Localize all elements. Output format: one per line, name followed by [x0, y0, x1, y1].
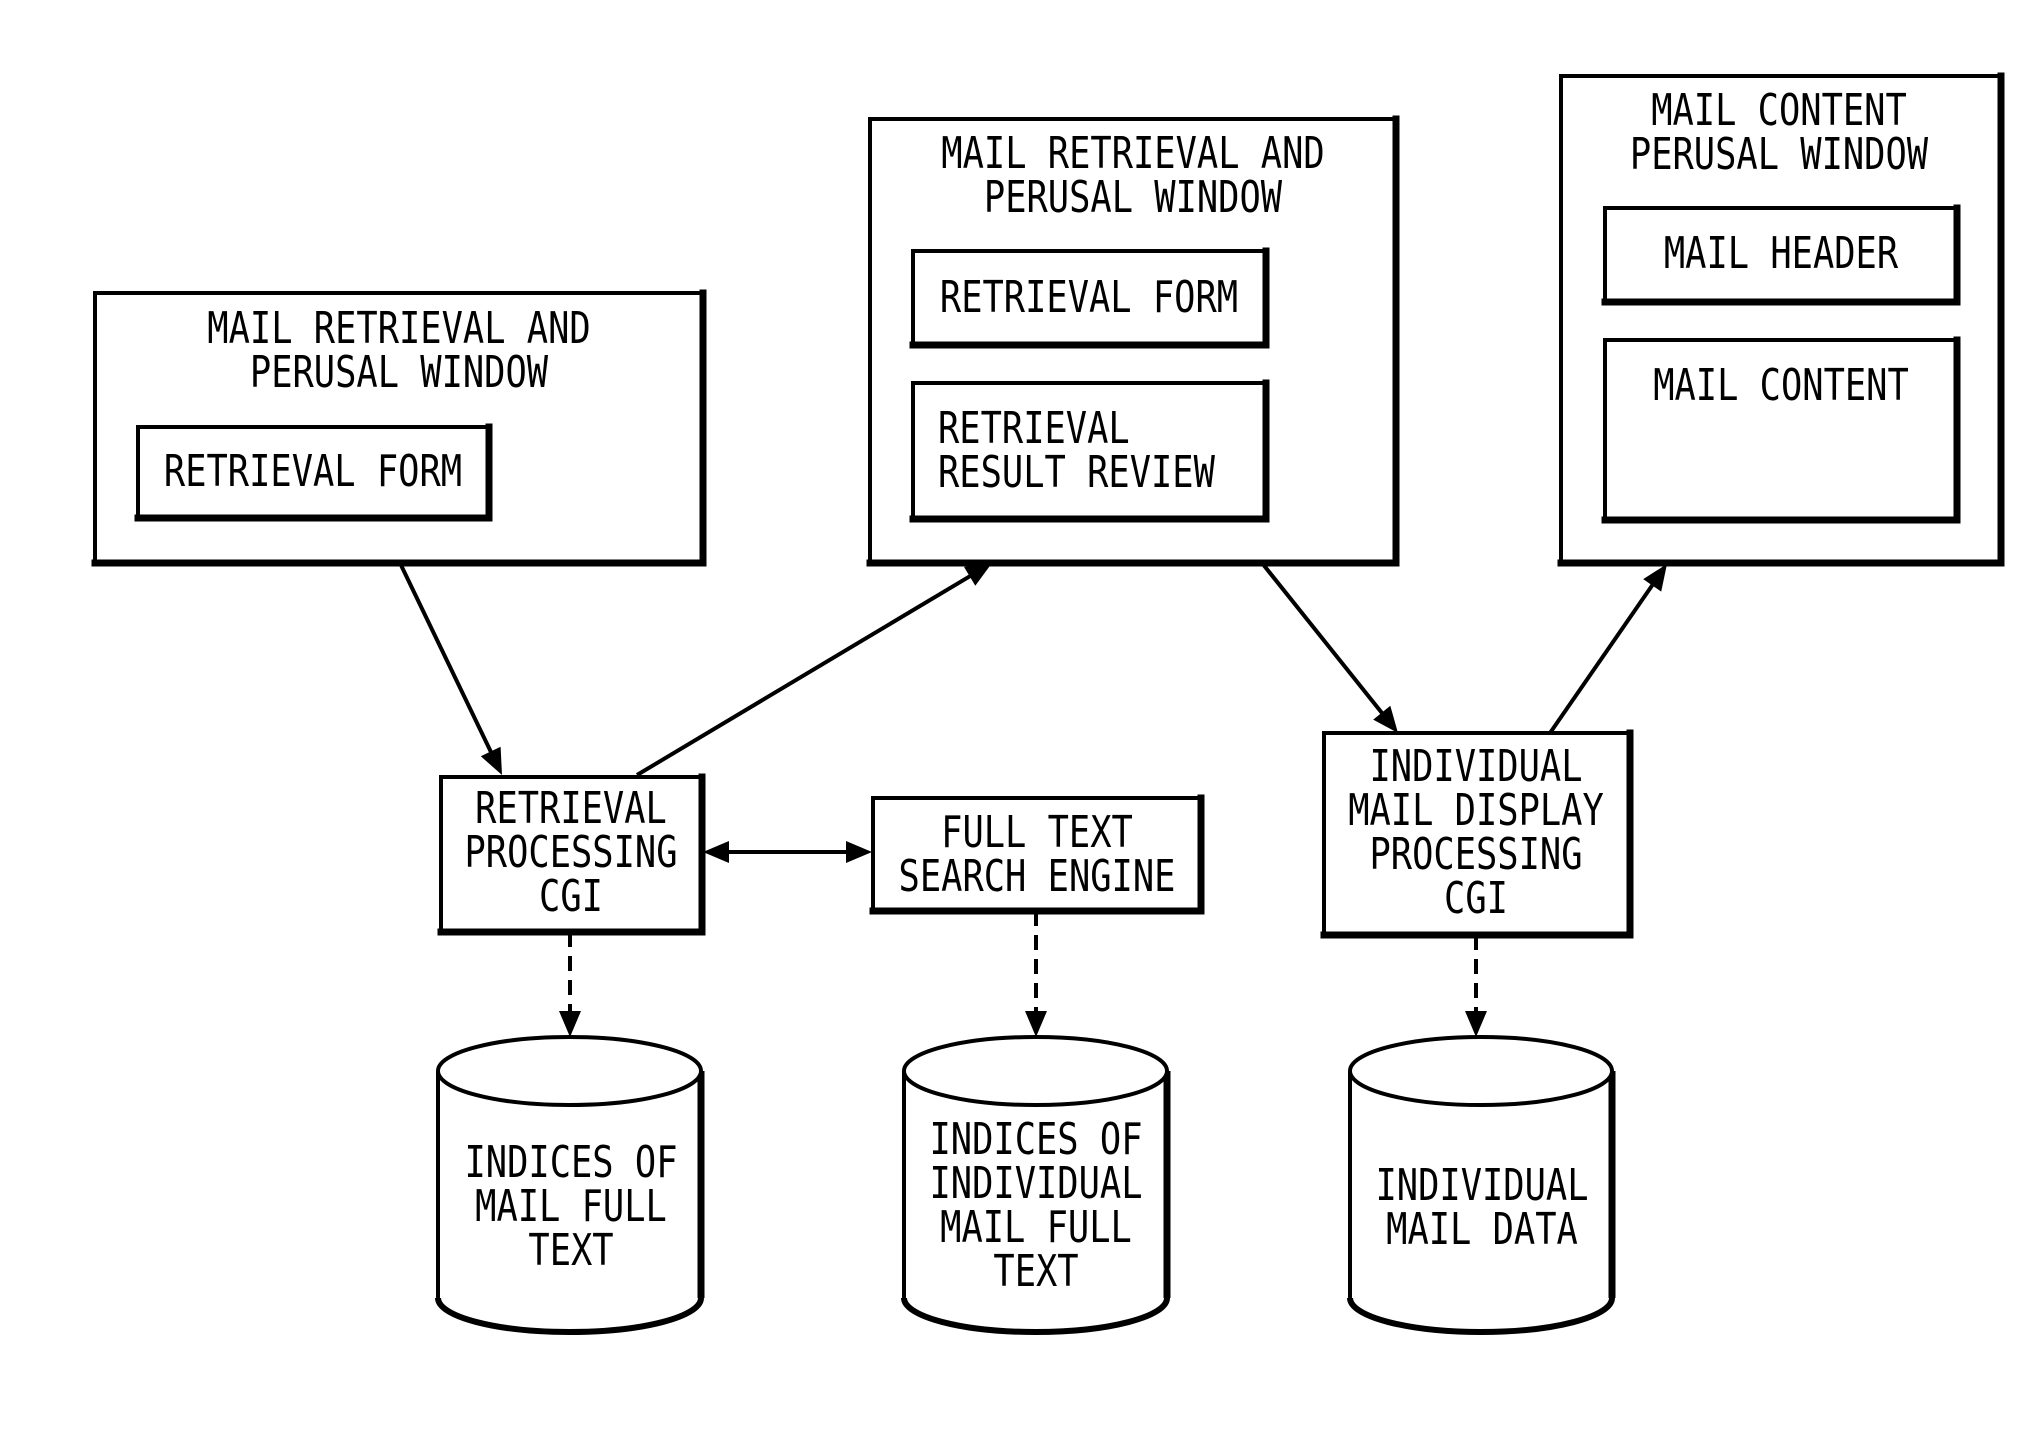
- connector-line: [635, 572, 975, 777]
- window-c-title-line-2: PERUSAL WINDOW: [1630, 129, 1929, 180]
- arrowhead-icon: [1643, 564, 1667, 592]
- window-a-retrieval-form: RETRIEVAL FORM: [134, 423, 493, 522]
- arrowhead-icon: [846, 841, 872, 863]
- connector-line: [398, 562, 495, 757]
- edge-search-engine-to-db-individual-index: [1025, 911, 1047, 1037]
- window-b-retrieval-form-label-line-1: RETRIEVAL FORM: [940, 272, 1238, 323]
- system-architecture-diagram: MAIL RETRIEVAL ANDPERUSAL WINDOWRETRIEVA…: [0, 0, 2038, 1442]
- edge-display-cgi-to-window-c: [1548, 564, 1667, 735]
- retrieval-processing-cgi: RETRIEVALPROCESSINGCGI: [437, 773, 706, 936]
- mail-retrieval-perusal-window-b: MAIL RETRIEVAL ANDPERUSAL WINDOWRETRIEVA…: [866, 115, 1400, 567]
- mail-retrieval-perusal-window-a: MAIL RETRIEVAL ANDPERUSAL WINDOWRETRIEVA…: [91, 289, 707, 567]
- edge-retrieval-cgi-to-window-b: [635, 563, 992, 777]
- window-c-mail-header-label-line-1: MAIL HEADER: [1664, 228, 1899, 279]
- individual-mail-display-processing-cgi: INDIVIDUALMAIL DISPLAYPROCESSINGCGI: [1320, 729, 1634, 939]
- search-engine-label-line-2: SEARCH ENGINE: [899, 851, 1176, 902]
- window-c-mail-content-label-line-1: MAIL CONTENT: [1653, 360, 1909, 411]
- window-a-retrieval-form-label-line-1: RETRIEVAL FORM: [164, 446, 462, 497]
- db-individual-index-top-ellipse: [902, 1035, 1169, 1107]
- window-c-mail-header: MAIL HEADER: [1601, 204, 1961, 306]
- arrowhead-icon: [559, 1011, 581, 1037]
- mail-content-perusal-window: MAIL CONTENTPERUSAL WINDOWMAIL HEADERMAI…: [1557, 72, 2005, 567]
- db-mail-index-label-line-3: TEXT: [528, 1225, 613, 1276]
- arrowhead-icon: [1025, 1011, 1047, 1037]
- database-individual-mail-data: INDIVIDUALMAIL DATA: [1347, 1035, 1616, 1335]
- db-mail-index-top-ellipse: [436, 1035, 703, 1107]
- window-b-title-line-2: PERUSAL WINDOW: [984, 172, 1283, 223]
- window-b-retrieval-form: RETRIEVAL FORM: [909, 247, 1270, 349]
- window-a-title-line-2: PERUSAL WINDOW: [250, 347, 549, 398]
- edge-window-a-to-retrieval-cgi: [398, 562, 502, 775]
- arrowhead-icon: [703, 841, 729, 863]
- db-mail-data-top-ellipse: [1348, 1035, 1614, 1107]
- database-mail-full-text-indices: INDICES OFMAIL FULLTEXT: [435, 1035, 705, 1335]
- db-individual-index-label-line-4: TEXT: [993, 1246, 1078, 1297]
- connector-line: [1260, 561, 1386, 718]
- edge-retrieval-cgi-to-db-mail-index: [559, 932, 581, 1037]
- arrowhead-icon: [1373, 705, 1398, 733]
- display-cgi-label-line-4: CGI: [1444, 873, 1508, 924]
- edge-retrieval-cgi-to-search-engine: [703, 841, 872, 863]
- arrowhead-icon: [1465, 1011, 1487, 1037]
- edge-window-b-to-display-cgi: [1260, 561, 1398, 733]
- retrieval-cgi-label-line-3: CGI: [539, 871, 603, 922]
- window-b-retrieval-result-review: RETRIEVALRESULT REVIEW: [909, 379, 1270, 523]
- db-mail-data-label-line-2: MAIL DATA: [1386, 1204, 1578, 1255]
- full-text-search-engine: FULL TEXTSEARCH ENGINE: [869, 794, 1205, 915]
- edge-display-cgi-to-db-mail-data: [1465, 935, 1487, 1037]
- window-b-result-review-label-line-2: RESULT REVIEW: [938, 447, 1215, 498]
- window-c-mail-content: MAIL CONTENT: [1601, 336, 1961, 524]
- connector-line: [1548, 580, 1657, 735]
- nodes-layer: MAIL RETRIEVAL ANDPERUSAL WINDOWRETRIEVA…: [91, 72, 2005, 1335]
- database-individual-mail-full-text-indices: INDICES OFINDIVIDUALMAIL FULLTEXT: [901, 1035, 1171, 1335]
